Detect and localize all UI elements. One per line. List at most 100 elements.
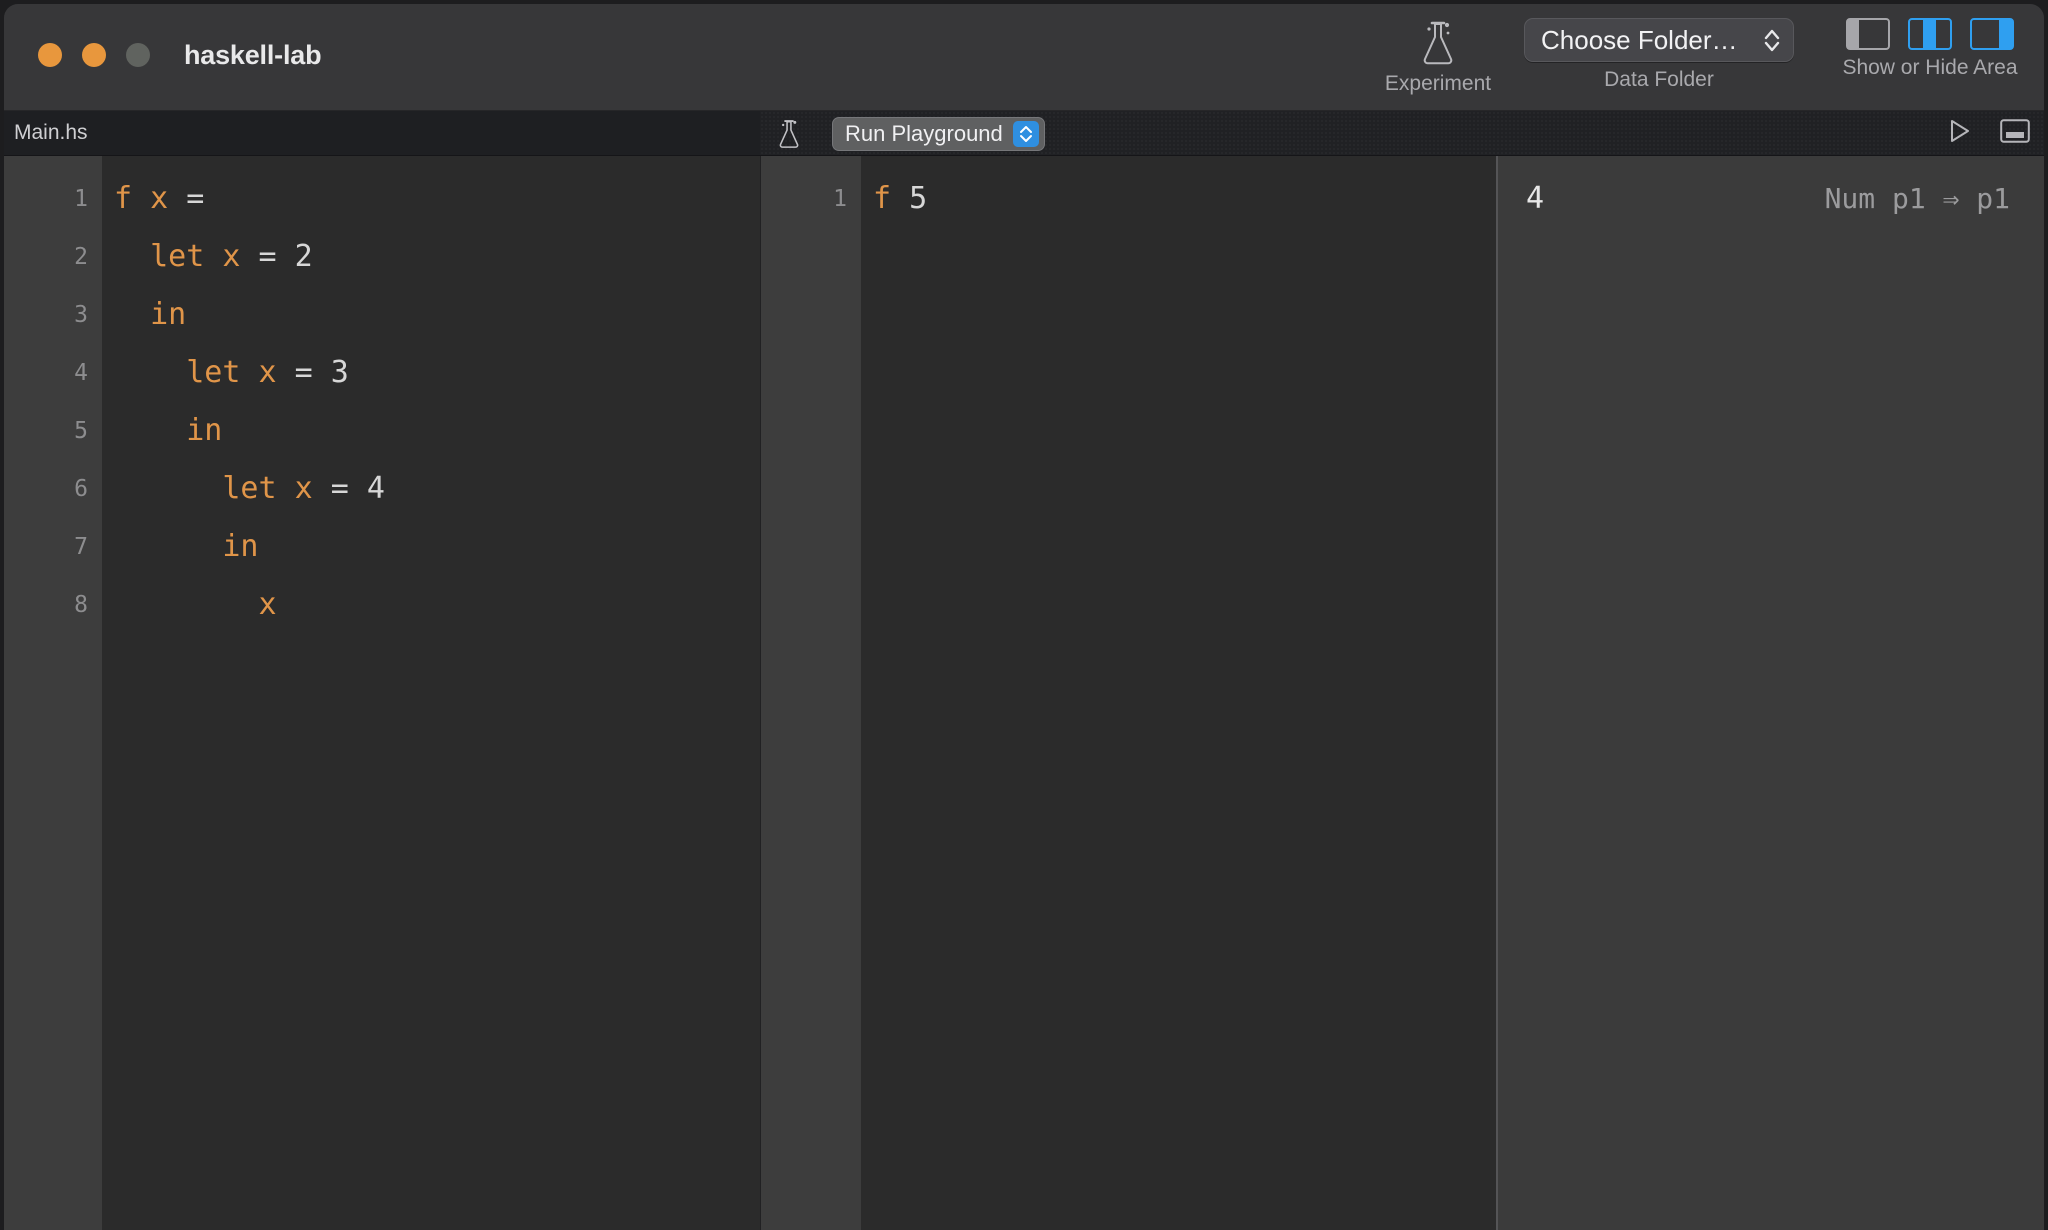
- code-line: f 5: [861, 170, 1496, 228]
- file-tab-label: Main.hs: [14, 121, 88, 144]
- run-playground-label: Run Playground: [845, 121, 1003, 146]
- code-token: in: [150, 297, 187, 332]
- file-tab-main-hs[interactable]: Main.hs: [4, 111, 760, 155]
- line-number: 7: [74, 534, 88, 560]
- code-token: x: [150, 181, 169, 216]
- code-line: in: [102, 518, 760, 576]
- line-number: 2: [74, 244, 88, 270]
- close-window-button[interactable]: [38, 43, 62, 67]
- choose-folder-label: Choose Folder…: [1541, 24, 1738, 55]
- code-token: =: [258, 239, 277, 274]
- choose-folder-button[interactable]: Choose Folder…: [1524, 18, 1794, 62]
- toggle-right-panel-icon[interactable]: [1970, 18, 2014, 50]
- code-token: f: [873, 181, 892, 216]
- traffic-light-group: [38, 43, 150, 67]
- code-token: x: [222, 239, 241, 274]
- tab-bar: Main.hs Run Playground: [4, 111, 2044, 156]
- playground-line-number-gutter: 1: [761, 156, 861, 1230]
- editor-line-number-gutter: 1 2 3 4 5 6 7 8: [4, 156, 102, 1230]
- code-token: x: [258, 587, 277, 622]
- toolbar-item-data-folder: Choose Folder… Data Folder: [1516, 18, 1802, 92]
- code-token: 5: [909, 181, 928, 216]
- code-token: let: [222, 471, 277, 506]
- code-line: f x =: [102, 170, 760, 228]
- tab-bar-right-actions: [1946, 111, 2030, 155]
- toggle-bottom-panel-icon[interactable]: [2000, 118, 2030, 148]
- code-token: =: [186, 181, 205, 216]
- playground-code-area[interactable]: f 5: [861, 156, 1496, 1230]
- code-line: in: [102, 402, 760, 460]
- toolbar-caption-experiment: Experiment: [1384, 72, 1492, 95]
- code-token: 2: [294, 239, 313, 274]
- panel-toggle-group: [1837, 18, 2023, 50]
- results-pane: 4 Num p1 ⇒ p1: [1498, 156, 2044, 1230]
- panes-container: 1 2 3 4 5 6 7 8 f x = let x = 2 in let x = 3 in…: [4, 156, 2044, 1230]
- toggle-center-panel-icon[interactable]: [1908, 18, 1952, 50]
- editor-code-area[interactable]: f x = let x = 2 in let x = 3 in let x = …: [102, 156, 760, 1230]
- code-token: =: [330, 471, 349, 506]
- code-line: x: [102, 576, 760, 634]
- run-playground-popup-button[interactable]: Run Playground: [832, 117, 1045, 151]
- line-number: 3: [74, 302, 88, 328]
- result-row: 4 Num p1 ⇒ p1: [1498, 170, 2044, 228]
- line-number: 6: [74, 476, 88, 502]
- toolbar-item-show-hide-area: Show or Hide Area: [1822, 18, 2038, 80]
- line-number: 1: [833, 186, 847, 212]
- code-line: let x = 3: [102, 344, 760, 402]
- code-token: let: [186, 355, 241, 390]
- zoom-window-button[interactable]: [126, 43, 150, 67]
- code-token: x: [258, 355, 277, 390]
- playground-pane: 1 f 5: [761, 156, 1496, 1230]
- toolbar-item-experiment[interactable]: Experiment: [1374, 18, 1502, 96]
- result-value: 4: [1526, 181, 1545, 216]
- code-token: in: [186, 413, 223, 448]
- run-play-icon[interactable]: [1946, 118, 1972, 149]
- line-number: 4: [74, 360, 88, 386]
- line-number: 5: [74, 418, 88, 444]
- flask-icon: [1421, 18, 1455, 66]
- code-token: x: [294, 471, 313, 506]
- playground-flask-icon: [772, 117, 806, 151]
- app-window: haskell-lab Experiment Choose Folder… Da…: [4, 4, 2044, 1230]
- code-token: f: [114, 181, 133, 216]
- toolbar-caption-data-folder: Data Folder: [1604, 68, 1714, 91]
- code-line: in: [102, 286, 760, 344]
- toolbar-caption-show-hide-area: Show or Hide Area: [1842, 56, 2018, 79]
- code-token: 4: [366, 471, 385, 506]
- window-title: haskell-lab: [184, 40, 322, 70]
- run-playground-chevron-updown-icon: [1012, 121, 1039, 147]
- minimize-window-button[interactable]: [82, 43, 106, 67]
- title-bar: haskell-lab Experiment Choose Folder… Da…: [4, 4, 2044, 111]
- chevron-updown-icon: [1763, 26, 1781, 54]
- result-type-signature: Num p1 ⇒ p1: [1824, 182, 2010, 215]
- source-editor-pane: 1 2 3 4 5 6 7 8 f x = let x = 2 in let x = 3 in…: [4, 156, 760, 1230]
- code-token: =: [294, 355, 313, 390]
- code-line: let x = 2: [102, 228, 760, 286]
- line-number: 8: [74, 592, 88, 618]
- toggle-left-panel-icon[interactable]: [1846, 18, 1890, 50]
- line-number: 1: [74, 186, 88, 212]
- code-token: let: [150, 239, 205, 274]
- code-line: let x = 4: [102, 460, 760, 518]
- code-token: in: [222, 529, 259, 564]
- code-token: 3: [330, 355, 349, 390]
